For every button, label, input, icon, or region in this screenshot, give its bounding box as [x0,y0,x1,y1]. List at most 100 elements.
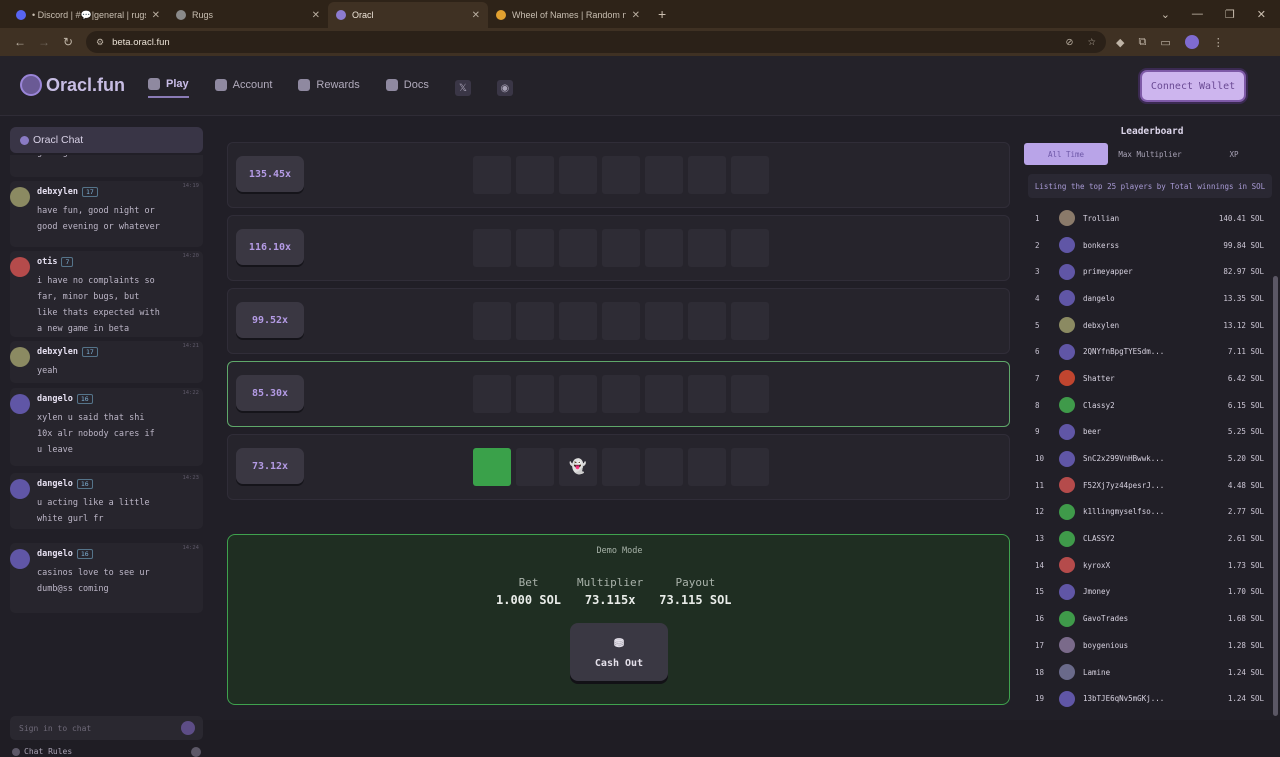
leaderboard-row[interactable]: 10 SnC2x299VnHBwwk... 5.20 SOL [1026,445,1270,472]
leaderboard-row[interactable]: 11 F52Xj7yz44pesrJ... 4.48 SOL [1026,472,1270,499]
leaderboard-tab[interactable]: Max Multiplier [1108,143,1192,165]
emoji-icon[interactable] [191,747,201,757]
leaderboard-row[interactable]: 16 GavoTrades 1.68 SOL [1026,605,1270,632]
site-info-icon[interactable]: ⚙ [96,37,104,48]
tile[interactable] [731,375,769,413]
tile[interactable] [602,375,640,413]
tile[interactable] [473,302,511,340]
leaderboard-tab[interactable]: All Time [1024,143,1108,165]
tile[interactable] [516,302,554,340]
leaderboard-tab[interactable]: XP [1192,143,1276,165]
leaderboard-row[interactable]: 3 primeyapper 82.97 SOL [1026,258,1270,285]
logo[interactable]: Oracl.fun [20,74,125,96]
restore-icon[interactable]: ❐ [1225,8,1235,21]
tile[interactable] [645,375,683,413]
tile[interactable] [559,229,597,267]
leaderboard-row[interactable]: 7 Shatter 6.42 SOL [1026,365,1270,392]
tile[interactable] [473,156,511,194]
leaderboard-scrollbar[interactable] [1273,276,1278,716]
tile[interactable] [559,302,597,340]
browser-tab[interactable]: Oracl ✕ [328,2,488,28]
rank: 13 [1035,534,1045,544]
x-twitter-icon[interactable]: 𝕏 [454,80,471,96]
minimize-icon[interactable]: — [1192,8,1203,20]
tile[interactable] [731,156,769,194]
leaderboard-row[interactable]: 14 kyroxX 1.73 SOL [1026,552,1270,579]
nav-account[interactable]: Account [214,79,272,97]
rank: 5 [1035,320,1040,330]
tile[interactable] [602,302,640,340]
tile[interactable] [645,448,683,486]
tile[interactable] [688,302,726,340]
tile[interactable] [731,448,769,486]
tile[interactable] [731,229,769,267]
extensions-puzzle-icon[interactable]: ⧉ [1138,36,1146,49]
leaderboard-row[interactable]: 12 k1llingmyselfso... 2.77 SOL [1026,499,1270,526]
leaderboard-row[interactable]: 17 boygenious 1.28 SOL [1026,632,1270,659]
username: debxylen [37,347,78,357]
sidepanel-icon[interactable]: ▭ [1160,36,1170,49]
ghost-tile[interactable]: 👻 [559,448,597,486]
tile[interactable] [516,229,554,267]
tile[interactable] [688,375,726,413]
bookmark-star-icon[interactable]: ☆ [1087,37,1096,48]
tile[interactable] [602,229,640,267]
address-bar[interactable]: ⚙ beta.oracl.fun ⊘ ☆ [86,31,1106,53]
tile[interactable] [688,448,726,486]
leaderboard-row[interactable]: 2 bonkerss 99.84 SOL [1026,232,1270,259]
tile[interactable] [473,375,511,413]
cash-out-button[interactable]: ⛃ Cash Out [570,623,668,681]
back-icon[interactable]: ← [8,35,32,49]
leaderboard-row[interactable]: 5 debxylen 13.12 SOL [1026,312,1270,339]
tile[interactable] [645,156,683,194]
connect-wallet-button[interactable]: Connect Wallet [1140,70,1246,102]
leaderboard-row[interactable]: 8 Classy2 6.15 SOL [1026,392,1270,419]
browser-tab[interactable]: Wheel of Names | Random nam ✕ [488,2,648,28]
tile[interactable] [688,229,726,267]
leaderboard-row[interactable]: 4 dangelo 13.35 SOL [1026,285,1270,312]
leaderboard-row[interactable]: 15 Jmoney 1.70 SOL [1026,579,1270,606]
menu-icon[interactable]: ⋮ [1213,36,1224,49]
tile[interactable] [645,302,683,340]
tile[interactable] [559,375,597,413]
tile[interactable] [602,156,640,194]
tile[interactable] [516,156,554,194]
leaderboard-row[interactable]: 18 Lamine 1.24 SOL [1026,659,1270,686]
tile[interactable] [516,375,554,413]
tab-close-icon[interactable]: ✕ [472,10,480,21]
tile[interactable] [602,448,640,486]
discord-icon[interactable]: ◉ [496,80,513,96]
extension-icon[interactable]: ◆ [1116,36,1124,49]
tab-close-icon[interactable]: ✕ [152,10,160,21]
chat-send-ghost-icon[interactable] [181,721,195,735]
leaderboard-row[interactable]: 19 13bTJE6qNv5mGKj... 1.24 SOL [1026,685,1270,712]
chat-rules-link[interactable]: Chat Rules [12,747,72,756]
tile[interactable] [731,302,769,340]
rank: 16 [1035,614,1045,624]
nav-rewards[interactable]: Rewards [298,79,360,97]
forward-icon[interactable]: → [32,35,56,49]
tile[interactable] [473,229,511,267]
tile[interactable] [559,156,597,194]
tab-search-icon[interactable]: ⌄ [1161,8,1170,21]
nav-docs[interactable]: Docs [385,79,429,97]
nav-play[interactable]: Play [148,78,189,98]
reload-icon[interactable]: ↻ [56,35,80,49]
leaderboard-row[interactable]: 9 beer 5.25 SOL [1026,419,1270,446]
leaderboard-row[interactable]: 6 2QNYfnBpgTYESdm... 7.11 SOL [1026,338,1270,365]
browser-tab[interactable]: Rugs ✕ [168,2,328,28]
profile-avatar[interactable] [1184,35,1199,49]
leaderboard-row[interactable]: 13 CLASSY2 2.61 SOL [1026,525,1270,552]
player-name: boygenious [1083,640,1129,650]
tab-close-icon[interactable]: ✕ [312,10,320,21]
leaderboard-row[interactable]: 1 Trollian 140.41 SOL [1026,205,1270,232]
tile[interactable] [516,448,554,486]
close-window-icon[interactable]: ✕ [1257,8,1266,21]
revealed-safe-tile[interactable] [473,448,511,486]
eye-off-icon[interactable]: ⊘ [1066,37,1074,48]
tile[interactable] [688,156,726,194]
tab-close-icon[interactable]: ✕ [632,10,640,21]
new-tab-button[interactable]: + [658,2,666,28]
browser-tab[interactable]: • Discord | #💬|general | rugs. ✕ [8,2,168,28]
tile[interactable] [645,229,683,267]
